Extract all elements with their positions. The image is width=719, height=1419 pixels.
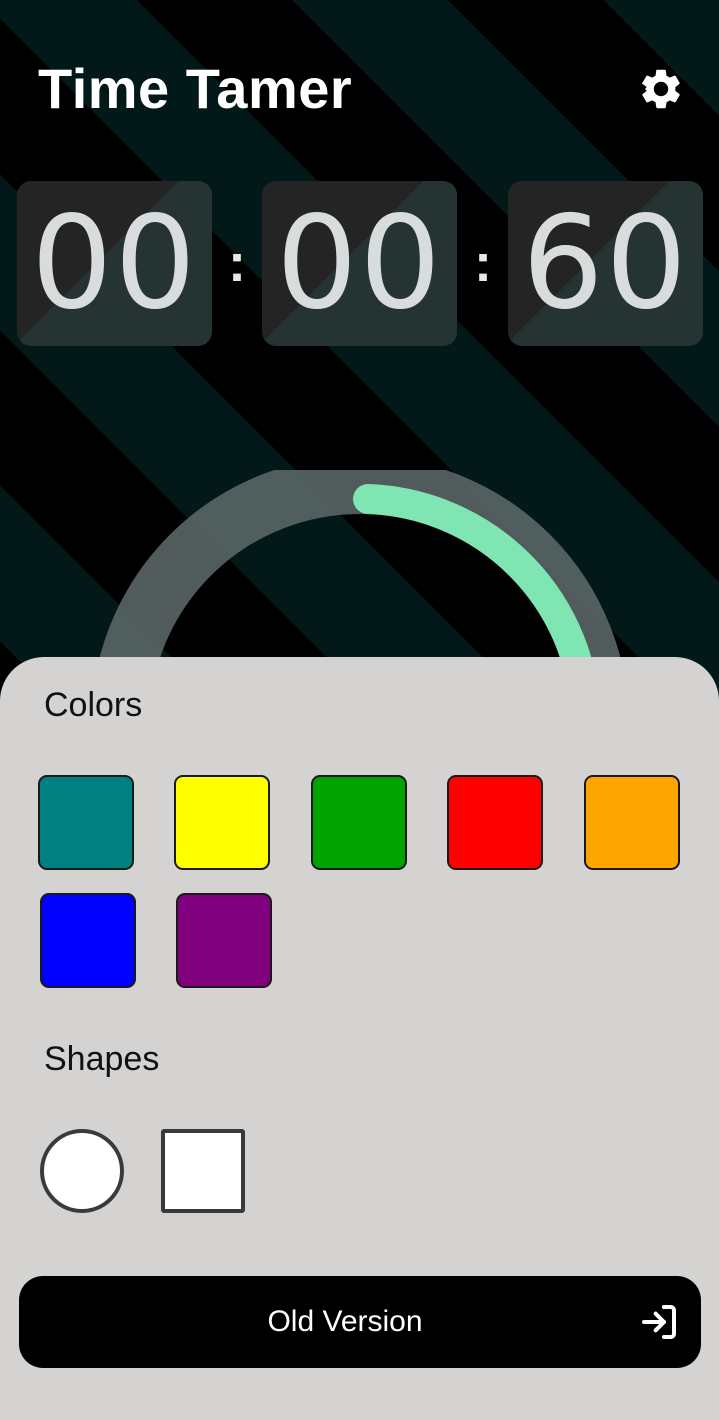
- old-version-label: Old Version: [267, 1305, 423, 1338]
- hours-display: 00: [17, 181, 212, 346]
- old-version-button[interactable]: Old Version: [19, 1276, 701, 1368]
- color-swatch-yellow[interactable]: [174, 775, 270, 870]
- shape-option-square[interactable]: [161, 1129, 245, 1213]
- color-swatch-teal[interactable]: [38, 775, 134, 870]
- timer-display: 00 : 00 : 60: [0, 181, 719, 346]
- shapes-title: Shapes: [44, 1040, 160, 1078]
- separator: :: [474, 233, 492, 293]
- progress-arc: [353, 484, 595, 670]
- shape-option-circle[interactable]: [40, 1129, 124, 1213]
- progress-ring: [96, 470, 624, 670]
- color-swatch-blue[interactable]: [40, 893, 136, 988]
- colors-title: Colors: [44, 686, 143, 724]
- color-swatch-red[interactable]: [447, 775, 543, 870]
- app-title: Time Tamer: [38, 57, 353, 120]
- login-arrow-icon: [642, 1305, 676, 1339]
- separator: :: [228, 233, 246, 293]
- settings-button[interactable]: [632, 60, 690, 118]
- minutes-display: 00: [262, 181, 457, 346]
- color-swatch-green[interactable]: [311, 775, 407, 870]
- color-swatch-orange[interactable]: [584, 775, 680, 870]
- color-swatch-purple[interactable]: [176, 893, 272, 988]
- seconds-display: 60: [508, 181, 703, 346]
- gear-icon: [641, 69, 680, 109]
